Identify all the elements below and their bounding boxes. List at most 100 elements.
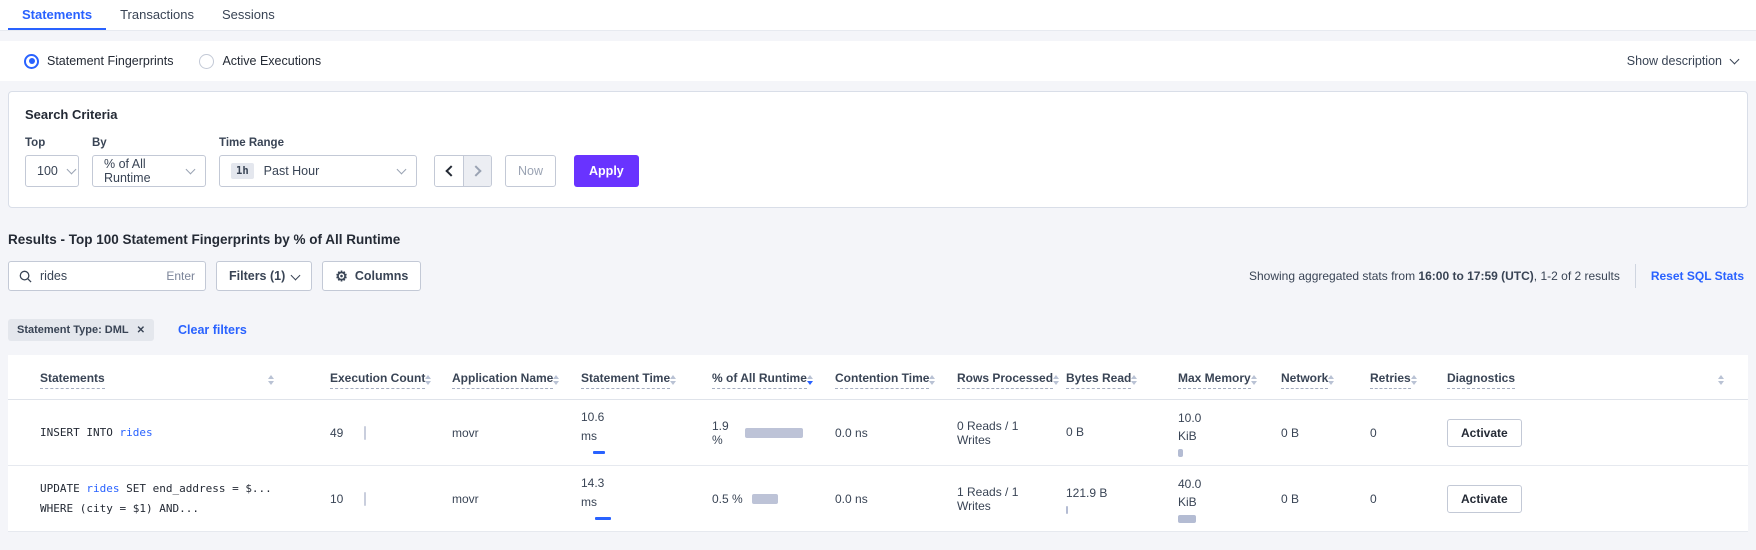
sql-table-name[interactable]: rides [86, 482, 119, 495]
radio-statement-fingerprints[interactable]: Statement Fingerprints [24, 54, 173, 69]
sort-icon[interactable] [1131, 375, 1137, 386]
execution-count-minibar [364, 492, 366, 506]
table-row: UPDATE rides SET end_address = $... WHER… [8, 466, 1748, 532]
contention-time-value: 0.0 ns [835, 492, 868, 506]
table-header-row: Statements Execution Count Application N… [8, 355, 1748, 400]
show-description-toggle[interactable]: Show description [1627, 54, 1738, 68]
sort-icon[interactable] [268, 375, 274, 386]
execution-count-minibar [364, 426, 366, 440]
view-toggle-row: Statement Fingerprints Active Executions… [0, 41, 1756, 81]
search-icon [19, 270, 32, 283]
application-name-value: movr [452, 426, 479, 440]
bytes-read-value: 0 B [1066, 423, 1110, 442]
columns-button-label: Columns [355, 269, 408, 283]
network-value: 0 B [1281, 492, 1299, 506]
close-icon[interactable]: ✕ [137, 325, 145, 336]
column-header-statements[interactable]: Statements [40, 371, 298, 389]
search-criteria-card: Search Criteria Top 100 By % of All Runt… [8, 91, 1748, 208]
radio-active-executions[interactable]: Active Executions [199, 54, 321, 69]
results-controls-row: Enter Filters (1) ⚙ Columns Showing aggr… [8, 261, 1748, 291]
column-header-bytes-read[interactable]: Bytes Read [1066, 371, 1146, 389]
sort-icon[interactable] [670, 375, 676, 386]
columns-button[interactable]: ⚙ Columns [322, 261, 421, 291]
column-header-execution-count[interactable]: Execution Count [330, 371, 420, 389]
reset-sql-stats-link[interactable]: Reset SQL Stats [1651, 269, 1748, 283]
chevron-down-icon [291, 270, 301, 280]
radio-label: Active Executions [222, 54, 321, 68]
column-header-contention-time[interactable]: Contention Time [835, 371, 925, 389]
column-header-rows-processed[interactable]: Rows Processed [957, 371, 1034, 389]
radio-label: Statement Fingerprints [47, 54, 173, 68]
previous-time-range-button[interactable] [435, 156, 463, 186]
column-header-diagnostics[interactable]: Diagnostics [1447, 371, 1748, 389]
vertical-divider [1635, 264, 1636, 288]
sort-icon[interactable] [1411, 375, 1417, 386]
sort-icon[interactable] [1053, 375, 1059, 386]
sort-icon[interactable] [1251, 375, 1257, 386]
time-range-value: Past Hour [264, 164, 320, 178]
by-select[interactable]: % of All Runtime [92, 155, 206, 187]
tab-sessions[interactable]: Sessions [208, 0, 289, 30]
sort-icon[interactable] [553, 375, 559, 386]
sort-icon[interactable] [1328, 375, 1334, 386]
top-select-value: 100 [37, 164, 58, 178]
filters-button[interactable]: Filters (1) [216, 261, 312, 291]
time-range-select[interactable]: 1h Past Hour [219, 155, 417, 187]
sort-icon[interactable] [425, 375, 431, 386]
chevron-down-icon [1730, 54, 1740, 64]
next-time-range-button[interactable] [463, 156, 491, 186]
sort-icon-active[interactable] [807, 375, 813, 386]
top-select[interactable]: 100 [25, 155, 79, 187]
clear-filters-link[interactable]: Clear filters [178, 323, 247, 337]
statement-time-value: 10.6 ms [581, 408, 619, 445]
apply-button[interactable]: Apply [574, 155, 639, 187]
column-header-network[interactable]: Network [1281, 371, 1338, 389]
activate-diagnostics-button[interactable]: Activate [1447, 485, 1522, 513]
statement-fingerprint-link[interactable]: UPDATE rides SET end_address = $... WHER… [40, 479, 298, 519]
execution-count-value: 49 [330, 426, 364, 440]
statement-time-bar-marker [595, 517, 611, 520]
tab-statements[interactable]: Statements [8, 0, 106, 30]
time-range-nav [434, 155, 492, 187]
table-row: INSERT INTO rides 49 movr 10.6 ms 1.9 % … [8, 400, 1748, 466]
activate-diagnostics-button[interactable]: Activate [1447, 419, 1522, 447]
time-range-label: Time Range [219, 137, 417, 149]
application-name-value: movr [452, 492, 479, 506]
search-criteria-title: Search Criteria [25, 107, 1731, 122]
search-input[interactable] [40, 269, 158, 283]
column-header-statement-time[interactable]: Statement Time [581, 371, 680, 389]
search-enter-hint: Enter [166, 269, 195, 283]
radio-unselected-icon [199, 54, 214, 69]
column-header-pct-of-all-runtime[interactable]: % of All Runtime [712, 371, 803, 389]
search-box[interactable]: Enter [8, 261, 206, 291]
retries-value: 0 [1370, 492, 1377, 506]
tab-transactions[interactable]: Transactions [106, 0, 208, 30]
top-label: Top [25, 137, 79, 149]
runtime-pct-value: 0.5 % [712, 492, 743, 506]
filters-button-label: Filters (1) [229, 269, 285, 283]
filter-pill-label: Statement Type: DML [17, 324, 129, 336]
execution-count-value: 10 [330, 492, 364, 506]
column-header-application-name[interactable]: Application Name [452, 371, 549, 389]
bytes-read-value: 121.9 B [1066, 484, 1110, 503]
chevron-right-icon [470, 165, 481, 176]
results-heading: Results - Top 100 Statement Fingerprints… [8, 232, 1748, 247]
by-select-value: % of All Runtime [104, 157, 177, 185]
statement-fingerprint-link[interactable]: INSERT INTO rides [40, 423, 298, 443]
network-value: 0 B [1281, 426, 1299, 440]
max-memory-bar [1178, 515, 1196, 523]
column-header-max-memory[interactable]: Max Memory [1178, 371, 1249, 389]
runtime-pct-bar [752, 494, 778, 504]
showing-stats-prefix: Showing aggregated stats from [1249, 269, 1418, 283]
filter-pill-statement-type[interactable]: Statement Type: DML ✕ [8, 319, 154, 341]
gear-icon: ⚙ [335, 269, 348, 283]
sort-icon[interactable] [929, 375, 935, 386]
sort-icon[interactable] [1718, 375, 1724, 386]
statement-time-bar-marker [593, 451, 605, 454]
chevron-down-icon [397, 164, 407, 174]
chevron-down-icon [66, 164, 76, 174]
column-header-retries[interactable]: Retries [1370, 371, 1415, 389]
sql-table-name[interactable]: rides [119, 426, 152, 439]
bytes-read-bar [1066, 506, 1068, 514]
now-button[interactable]: Now [505, 155, 556, 187]
